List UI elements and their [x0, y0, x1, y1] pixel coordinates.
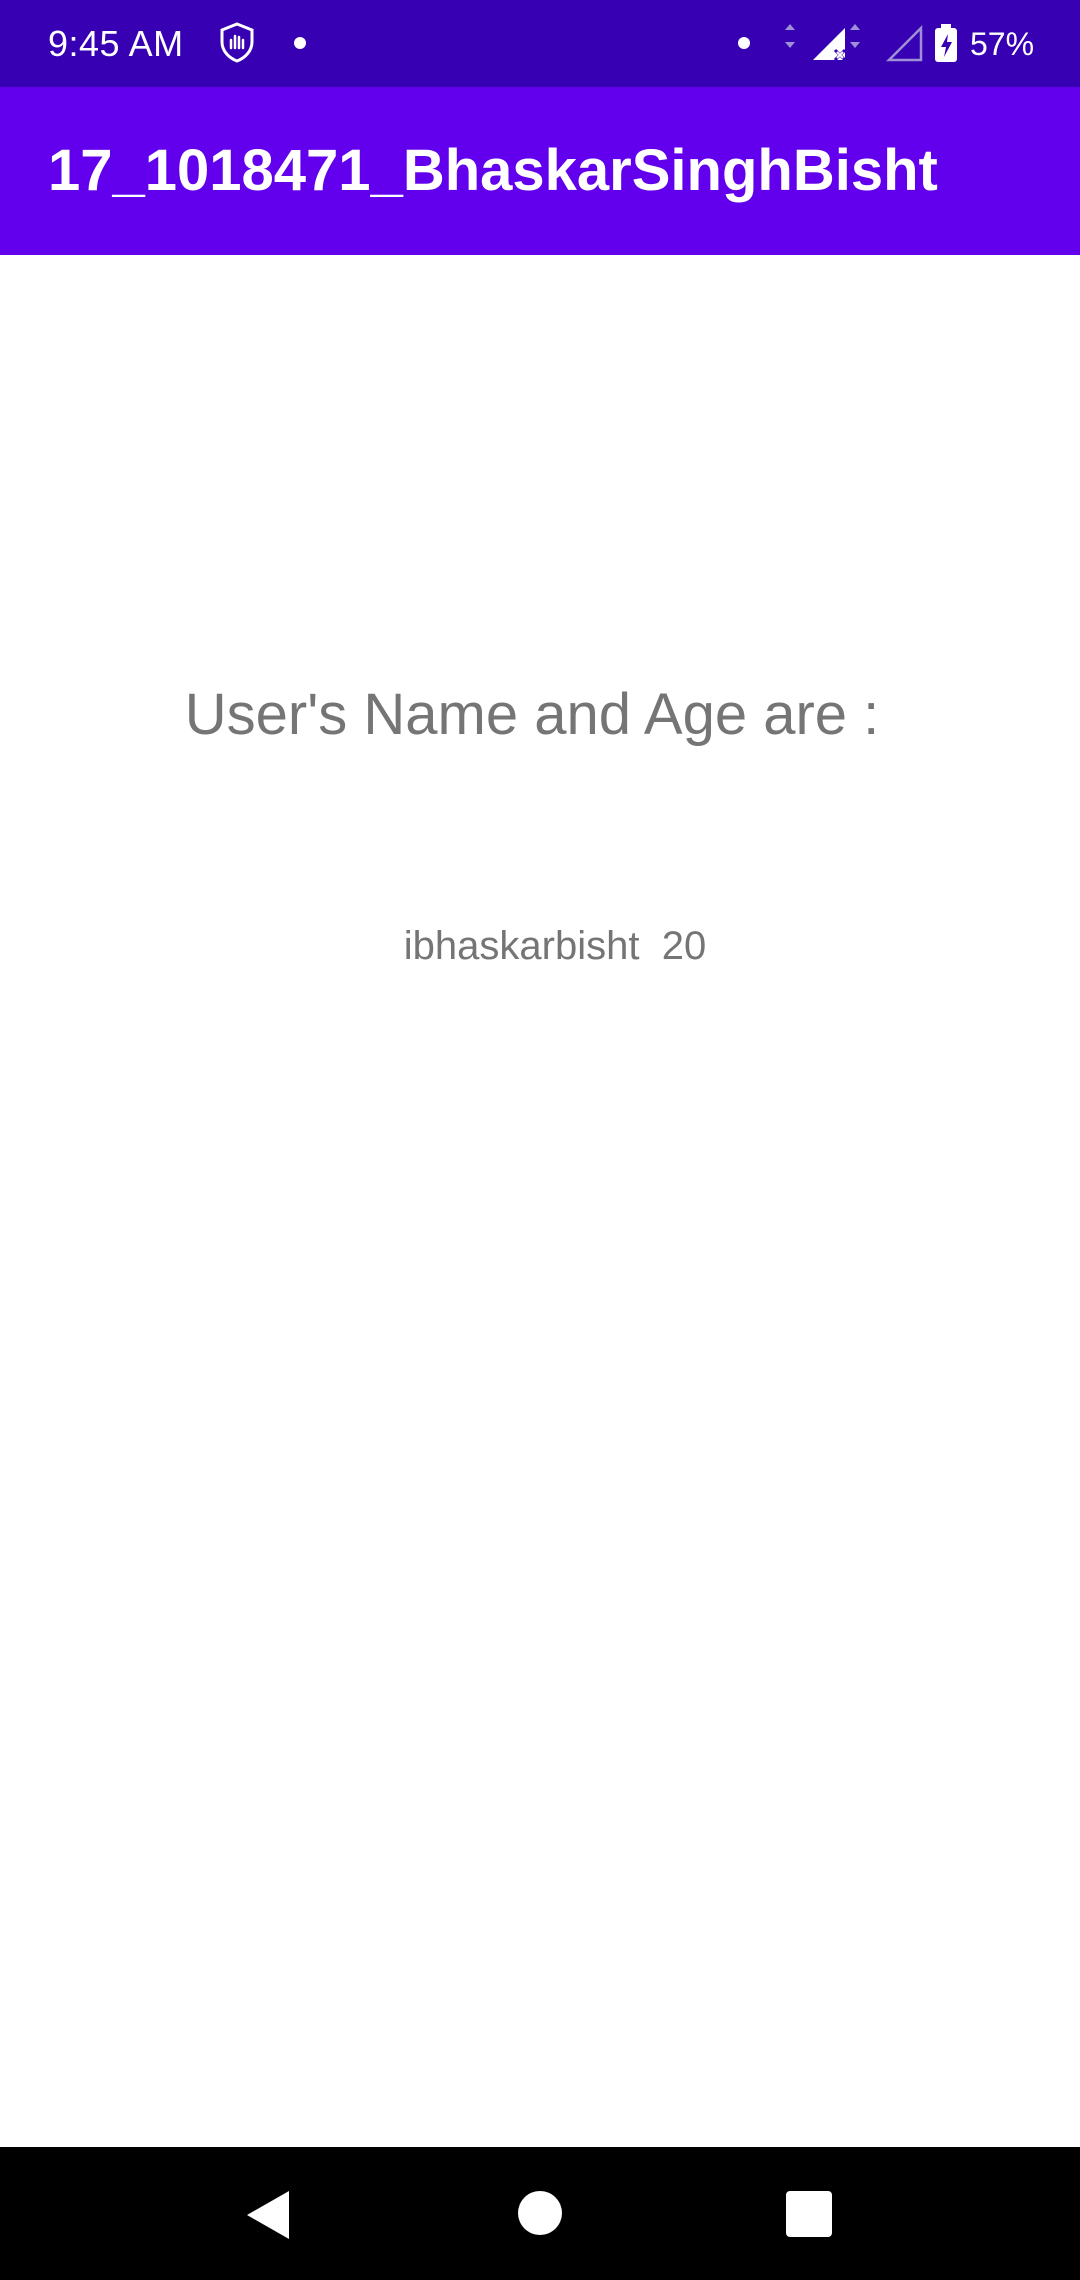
screen: 9:45 AM 57% 17_1018471_BhaskarSinghBisht… [0, 0, 1080, 2280]
battery-percent: 57% [970, 26, 1035, 62]
status-time: 9:45 AM [48, 23, 184, 64]
notification-dot-icon [294, 37, 306, 49]
status-bar: 9:45 AM 57% [0, 0, 1080, 87]
app-title: 17_1018471_BhaskarSinghBisht [48, 138, 938, 203]
recents-icon[interactable] [786, 2191, 832, 2237]
signal-icon [785, 24, 957, 62]
shield-icon [220, 22, 254, 63]
home-icon[interactable] [518, 2191, 562, 2235]
app-bar: 17_1018471_BhaskarSinghBisht [0, 87, 1080, 255]
heading-text: User's Name and Age are : [184, 682, 880, 747]
back-icon[interactable] [243, 2189, 293, 2241]
user-info-text: ibhaskarbisht 20 [403, 924, 707, 968]
status-dot-icon [738, 37, 750, 49]
navigation-bar [0, 2147, 1080, 2280]
